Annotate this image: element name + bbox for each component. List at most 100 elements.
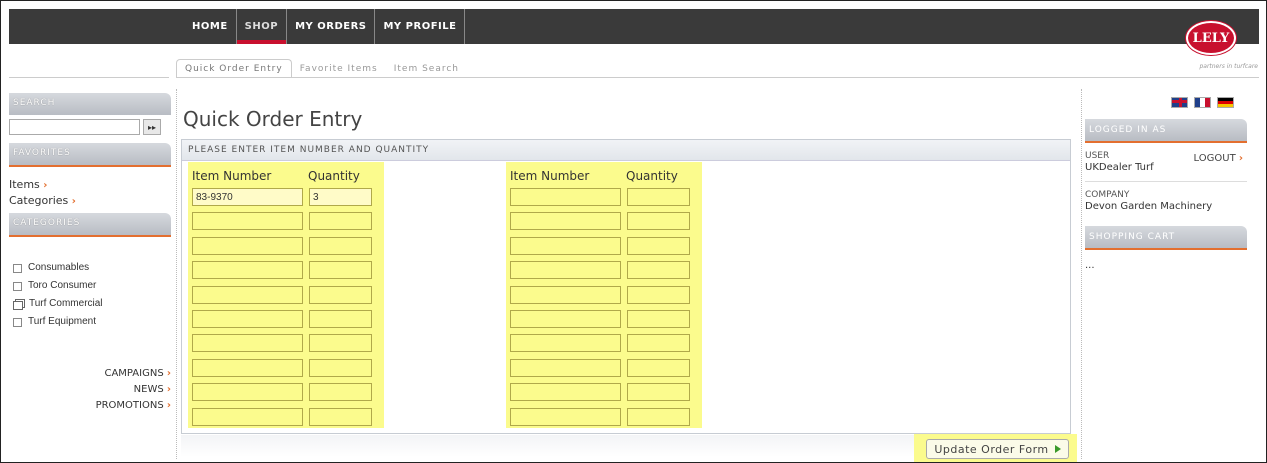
quantity-input[interactable] [627,407,690,426]
cart-separator [1085,248,1247,250]
logout-link[interactable]: LOGOUT › [1194,153,1243,164]
nav-my-orders[interactable]: MY ORDERS [287,9,376,44]
tab-item-search[interactable]: Item Search [386,60,467,78]
quantity-input[interactable] [309,310,372,328]
logout-label: LOGOUT [1193,153,1236,164]
order-entry-panel: PLEASE ENTER ITEM NUMBER AND QUANTITY It… [181,139,1071,434]
quantity-input[interactable] [627,383,690,402]
item-number-input[interactable] [510,236,621,255]
item-number-input[interactable] [510,212,621,231]
language-flags [1171,97,1234,108]
sub-nav: Quick Order Entry Favorite Items Item Sear… [176,56,467,78]
favorites-link-items[interactable]: Items › [9,177,171,193]
quantity-input[interactable] [309,334,372,353]
favorites-link-label: Items [9,178,40,191]
logo-text: LELY [1192,30,1230,46]
item-number-input[interactable] [192,285,303,304]
item-number-input[interactable] [510,383,621,402]
quantity-input[interactable] [309,285,372,304]
categories-separator [9,235,171,237]
favorites-link-label: Categories [9,194,69,207]
order-column-1: Item Number Quantity [188,162,384,428]
item-number-input[interactable] [510,358,621,377]
quantity-input[interactable] [627,334,690,353]
link-promotions[interactable]: PROMOTIONS › [9,398,171,414]
category-label: Turf Equipment [28,316,96,327]
item-number-input[interactable] [192,236,303,255]
tab-quick-order-entry[interactable]: Quick Order Entry [176,59,292,78]
quantity-input[interactable] [309,188,372,206]
search-row: ▸▸ [9,119,171,135]
quantity-input[interactable] [309,358,372,377]
nav-my-profile[interactable]: MY PROFILE [375,9,466,44]
item-number-input[interactable] [192,212,303,231]
link-label: NEWS [133,384,164,395]
link-label: CAMPAIGNS [104,368,164,379]
search-input[interactable] [9,119,140,135]
link-news[interactable]: NEWS › [9,382,171,398]
category-item[interactable]: Consumables [13,259,171,277]
folder-stack-icon [13,299,25,310]
item-number-input[interactable] [192,383,303,402]
chevron-right-icon: › [71,196,76,207]
update-order-form-button[interactable]: Update Order Form [926,439,1069,459]
quantity-input[interactable] [309,407,372,426]
quantity-input[interactable] [627,212,690,231]
quantity-input[interactable] [309,212,372,231]
quantity-input[interactable] [627,285,690,304]
link-campaigns[interactable]: CAMPAIGNS › [9,366,171,382]
item-number-input[interactable] [510,261,621,280]
item-number-header: Item Number [510,169,590,183]
category-item[interactable]: Toro Consumer [13,277,171,295]
quantity-input[interactable] [627,358,690,377]
france-flag-icon[interactable] [1194,97,1211,108]
category-label: Toro Consumer [28,280,97,291]
category-item[interactable]: Turf Equipment [13,313,171,331]
top-bar: HOME SHOP MY ORDERS MY PROFILE [9,9,1259,44]
nav-shop[interactable]: SHOP [236,9,288,44]
item-number-input[interactable] [510,407,621,426]
update-button-label: Update Order Form [934,442,1049,456]
quantity-input[interactable] [627,188,690,206]
item-number-input[interactable] [510,310,621,328]
item-number-input[interactable] [510,188,621,206]
logged-in-separator [1085,141,1247,143]
quantity-input[interactable] [627,236,690,255]
left-dotted-divider [176,89,177,459]
company-value: Devon Garden Machinery [1085,201,1213,212]
subnav-divider [176,77,1259,78]
shopping-cart-header: SHOPPING CART [1085,226,1247,248]
cart-contents: ... [1085,260,1095,271]
quantity-input[interactable] [309,383,372,402]
item-number-input[interactable] [192,310,303,328]
company-label: COMPANY [1085,190,1130,200]
logged-in-header: LOGGED IN AS [1085,119,1247,141]
item-number-input[interactable] [192,188,303,206]
page-title: Quick Order Entry [183,107,363,131]
search-header: SEARCH [9,93,171,115]
checkbox-icon [13,263,22,273]
item-number-input[interactable] [192,334,303,353]
item-number-input[interactable] [510,285,621,304]
item-number-input[interactable] [192,407,303,426]
uk-flag-icon[interactable] [1171,97,1188,108]
right-sidebar: LOGGED IN AS USER UKDealer Turf LOGOUT ›… [1085,119,1247,271]
tab-favorite-items[interactable]: Favorite Items [292,60,386,78]
quantity-input[interactable] [309,261,372,280]
favorites-list: Items › Categories › [9,171,171,213]
category-item[interactable]: Turf Commercial [13,295,171,313]
item-number-header: Item Number [192,169,272,183]
lely-logo[interactable]: LELY [1186,21,1236,55]
search-go-button[interactable]: ▸▸ [143,119,161,135]
quantity-input[interactable] [627,310,690,328]
nav-home[interactable]: HOME [184,9,237,44]
quantity-input[interactable] [627,261,690,280]
favorites-link-categories[interactable]: Categories › [9,193,171,209]
user-divider [1085,181,1247,182]
quantity-input[interactable] [309,236,372,255]
germany-flag-icon[interactable] [1217,97,1234,108]
item-number-input[interactable] [192,358,303,377]
update-button-highlight: Update Order Form [914,434,1077,462]
item-number-input[interactable] [192,261,303,280]
item-number-input[interactable] [510,334,621,353]
